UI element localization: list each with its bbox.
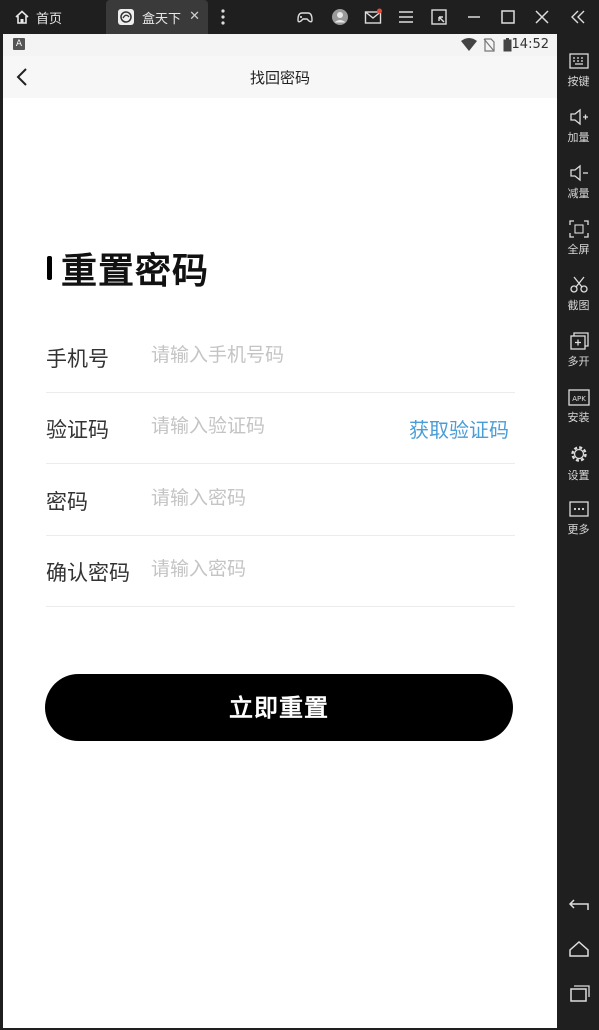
sidebar-item-volume-down[interactable]: 减量 [558, 164, 599, 201]
sidebar-label-volume-down: 减量 [567, 187, 590, 200]
more-vertical-icon[interactable] [214, 8, 232, 26]
sidebar-label-fullscreen: 全屏 [567, 243, 590, 256]
close-tab-icon[interactable]: ✕ [189, 9, 200, 24]
nav-title: 找回密码 [249, 69, 310, 87]
apk-label: APK [572, 395, 586, 403]
nav-bar: 找回密码 [3, 56, 557, 98]
android-status-bar: A 14:52 [3, 34, 557, 56]
sidebar-item-more[interactable]: 更多 [558, 500, 599, 537]
scissors-icon [569, 276, 588, 293]
sidebar-label-volume-up: 加量 [567, 131, 590, 144]
no-sim-icon [483, 38, 495, 52]
sidebar-label-install: 安装 [567, 411, 590, 424]
android-recents-button[interactable] [558, 984, 599, 1005]
page-heading: 重置密码 [61, 251, 210, 292]
sidebar-item-multi-instance[interactable]: 多开 [558, 332, 599, 369]
close-window-icon[interactable] [533, 8, 551, 26]
home-icon [15, 10, 29, 24]
android-home-button[interactable] [558, 940, 599, 961]
collapse-sidebar-icon[interactable] [569, 8, 587, 26]
sidebar-item-settings[interactable]: 设置 [558, 444, 599, 483]
sidebar-item-screenshot[interactable]: 截图 [558, 276, 599, 313]
android-recents-icon [569, 985, 590, 1002]
sidebar-item-keys[interactable]: 按键 [558, 52, 599, 89]
emulator-title-bar: 首页 盒天下 ✕ [0, 0, 599, 34]
reset-submit-button[interactable]: 立即重置 [45, 674, 513, 741]
android-back-button[interactable] [558, 896, 599, 917]
gamepad-icon[interactable] [296, 8, 314, 26]
sidebar-label-keys: 按键 [567, 75, 590, 88]
app-screen: 找回密码 重置密码 手机号 验证码 获取验证码 密码 确认密码 立即重置 [3, 56, 557, 1028]
get-code-button[interactable]: 获取验证码 [409, 414, 509, 443]
confirm-password-row: 确认密码 [46, 535, 515, 607]
home-tab[interactable]: 首页 [14, 0, 62, 34]
android-home-icon [568, 940, 589, 957]
wifi-icon [461, 38, 477, 51]
minimize-icon[interactable] [465, 8, 483, 26]
mail-icon[interactable] [364, 8, 382, 26]
sidebar-item-fullscreen[interactable]: 全屏 [558, 220, 599, 257]
maximize-icon[interactable] [499, 8, 517, 26]
confirm-password-input[interactable] [151, 555, 391, 583]
sidebar-item-volume-up[interactable]: 加量 [558, 108, 599, 145]
multi-instance-icon [569, 332, 589, 350]
more-icon [568, 501, 589, 517]
verification-code-row: 验证码 获取验证码 [46, 392, 515, 464]
phone-input[interactable] [151, 341, 391, 369]
password-input[interactable] [151, 484, 391, 512]
user-avatar-icon[interactable] [331, 8, 349, 26]
phone-label: 手机号 [46, 347, 109, 371]
password-row: 密码 [46, 464, 515, 536]
heading-accent-bar [47, 256, 52, 280]
sidebar-label-multi-instance: 多开 [567, 355, 590, 368]
home-tab-label: 首页 [36, 11, 63, 27]
android-back-icon [568, 899, 589, 910]
confirm-password-label: 确认密码 [46, 561, 130, 585]
app-tab-label: 盒天下 [142, 11, 182, 27]
status-time: 14:52 [511, 37, 549, 52]
verification-code-label: 验证码 [46, 418, 109, 442]
keyboard-icon [568, 53, 589, 69]
app-logo-icon [118, 9, 134, 25]
phone-row: 手机号 [46, 321, 515, 393]
app-tab[interactable]: 盒天下 ✕ [106, 0, 208, 34]
emulator-sidebar: 按键 加量 减量 全屏 截图 多开 APK 安装 设置 更多 [558, 34, 599, 1030]
sidebar-item-install[interactable]: APK 安装 [558, 388, 599, 425]
sidebar-label-more: 更多 [567, 523, 590, 536]
shrink-window-icon[interactable] [430, 8, 448, 26]
menu-icon[interactable] [397, 8, 415, 26]
volume-down-icon [569, 164, 588, 182]
verification-code-input[interactable] [151, 412, 391, 440]
notification-a-icon: A [13, 38, 25, 50]
fullscreen-icon [568, 220, 589, 238]
sidebar-label-settings: 设置 [567, 469, 590, 482]
gear-icon [570, 446, 587, 462]
sidebar-label-screenshot: 截图 [567, 299, 590, 312]
volume-up-icon [569, 108, 588, 126]
apk-install-icon: APK [567, 389, 590, 406]
password-label: 密码 [46, 490, 88, 514]
